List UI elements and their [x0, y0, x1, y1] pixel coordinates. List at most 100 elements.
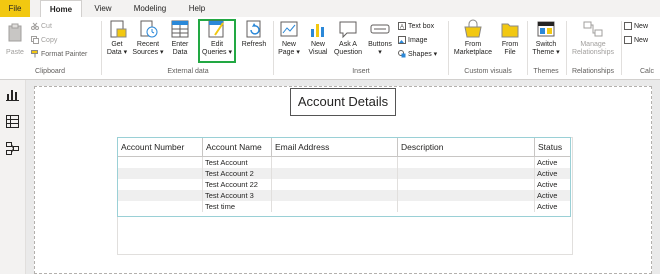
new-column-button[interactable]: New [624, 36, 648, 46]
themes-group-label: Themes [533, 68, 559, 75]
ask-question-label: Ask A [339, 41, 357, 48]
report-title[interactable]: Account Details [290, 88, 396, 116]
manage-relationships-label: Manage [580, 41, 606, 48]
new-column-label: New [634, 37, 649, 44]
paste-label: Paste [6, 49, 24, 56]
image-button[interactable]: Image [398, 36, 427, 46]
table-row: Test Account 3 Active [118, 190, 570, 201]
column-header-description[interactable]: Description [397, 138, 535, 157]
refresh-label: Refresh [241, 41, 267, 48]
column-header-status[interactable]: Status [534, 138, 570, 157]
switch-theme-label-2: Theme ▾ [532, 49, 560, 56]
cell-account-number [118, 190, 203, 201]
copy-label: Copy [41, 37, 58, 44]
cell-account-number [118, 201, 203, 212]
copy-button[interactable]: Copy [31, 36, 57, 46]
shapes-button[interactable]: Shapes ▾ [398, 50, 437, 60]
switch-theme-label: Switch [535, 41, 557, 48]
cut-button[interactable]: Cut [31, 22, 52, 32]
recent-sources-button[interactable]: Recent Sources ▾ [131, 19, 165, 57]
cell-description [397, 190, 535, 201]
cell-email-address [271, 179, 398, 190]
buttons-label-2: ▾ [378, 49, 382, 56]
clipboard-group-label: Clipboard [35, 68, 65, 75]
cell-status: Active [534, 190, 570, 201]
edit-queries-label: Edit [210, 41, 224, 48]
tab-home[interactable]: Home [40, 0, 82, 18]
new-visual-label: New [310, 41, 325, 48]
from-file-icon [501, 23, 519, 38]
text-box-icon: A [398, 22, 406, 31]
format-painter-button[interactable]: Format Painter [31, 50, 87, 60]
enter-data-button[interactable]: Enter Data [167, 19, 193, 57]
enter-data-label: Enter [171, 41, 189, 48]
cell-description [397, 179, 535, 190]
text-box-label: Text box [408, 23, 435, 30]
switch-theme-icon [537, 21, 555, 37]
recent-sources-label: Recent [136, 41, 160, 48]
get-data-label: Get [111, 41, 123, 48]
manage-relationships-icon [583, 21, 603, 37]
cell-account-name: Test Account [202, 156, 272, 168]
cell-account-number [118, 179, 203, 190]
new-measure-icon [624, 22, 632, 31]
column-header-email-address[interactable]: Email Address [271, 138, 398, 157]
text-box-button[interactable]: A Text box [398, 22, 434, 32]
svg-text:A: A [400, 25, 404, 31]
edit-queries-button[interactable]: Edit Queries ▾ [200, 19, 234, 57]
ask-question-icon [339, 21, 357, 39]
calculations-group-label: Calc [640, 68, 655, 75]
image-icon [398, 36, 406, 45]
tab-file[interactable]: File [0, 0, 30, 17]
data-view-icon[interactable] [6, 115, 19, 128]
new-visual-button[interactable]: New Visual [304, 19, 332, 57]
buttons-button[interactable]: Buttons ▾ [365, 19, 395, 57]
column-header-account-number[interactable]: Account Number [118, 138, 203, 157]
external-data-group-label: External data [167, 68, 209, 75]
edit-queries-icon [208, 20, 224, 38]
ask-question-button[interactable]: Ask A Question [333, 19, 363, 57]
menu-tab-bar: File Home View Modeling Help [0, 0, 660, 18]
cell-account-number [118, 168, 203, 179]
cell-email-address [271, 190, 398, 201]
model-view-icon[interactable] [6, 142, 19, 155]
new-page-button[interactable]: New Page ▾ [276, 19, 302, 57]
from-marketplace-button[interactable]: From Marketplace [451, 19, 495, 57]
tab-view[interactable]: View [88, 0, 118, 17]
manage-relationships-label-2: Relationships [571, 49, 615, 56]
new-visual-label-2: Visual [308, 49, 328, 56]
new-measure-button[interactable]: New [624, 22, 648, 32]
cell-email-address [271, 168, 398, 179]
column-header-account-name[interactable]: Account Name [202, 138, 272, 157]
table-row: Test Account Active [118, 156, 570, 168]
report-view-icon[interactable] [6, 88, 19, 101]
cell-status: Active [537, 180, 558, 189]
insert-group-label: Insert [352, 68, 370, 75]
manage-relationships-button[interactable]: Manage Relationships [568, 19, 618, 57]
account-table: Account Number Account Name Email Addres… [118, 138, 570, 212]
separator [448, 21, 449, 75]
cell-email-address [271, 201, 398, 212]
switch-theme-button[interactable]: Switch Theme ▾ [530, 19, 562, 57]
new-visual-icon [311, 24, 324, 37]
cell-account-number [118, 156, 203, 168]
from-file-button[interactable]: From File [497, 19, 523, 57]
tab-modeling[interactable]: Modeling [128, 0, 172, 17]
tab-help[interactable]: Help [183, 0, 211, 17]
buttons-label: Buttons [368, 41, 392, 48]
get-data-button[interactable]: Get Data ▾ [104, 19, 130, 57]
paste-button[interactable]: Paste [3, 23, 27, 57]
table-visual[interactable]: Account Number Account Name Email Addres… [117, 137, 573, 255]
enter-data-label-2: Data [172, 49, 188, 56]
cell-account-name: Test Account 3 [202, 190, 272, 201]
separator [273, 21, 274, 75]
refresh-button[interactable]: Refresh [238, 19, 270, 49]
table-row: Test Account 2 Active [118, 168, 570, 179]
new-page-label-2: Page ▾ [278, 49, 300, 56]
ask-question-label-2: Question [333, 49, 363, 56]
from-marketplace-label-2: Marketplace [453, 49, 493, 56]
cell-description [397, 168, 535, 179]
copy-icon [31, 36, 39, 45]
format-painter-icon [31, 50, 38, 58]
paste-icon [8, 23, 22, 42]
